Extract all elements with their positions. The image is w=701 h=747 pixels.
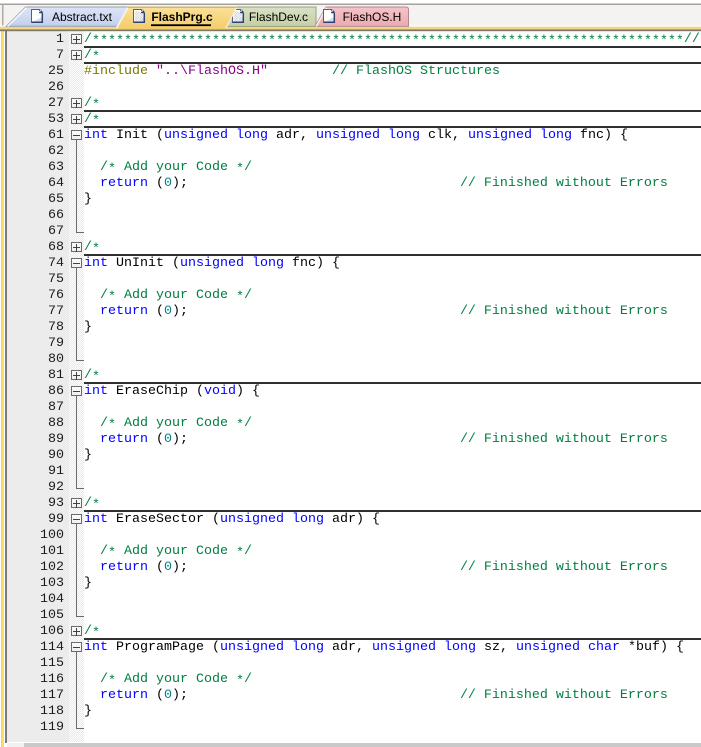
svg-text:Abstract.txt: Abstract.txt <box>52 10 113 24</box>
svg-text:FlashDev.c: FlashDev.c <box>249 10 308 24</box>
svg-text:FlashPrg.c: FlashPrg.c <box>151 10 213 24</box>
svg-text:FlashOS.H: FlashOS.H <box>343 10 402 24</box>
